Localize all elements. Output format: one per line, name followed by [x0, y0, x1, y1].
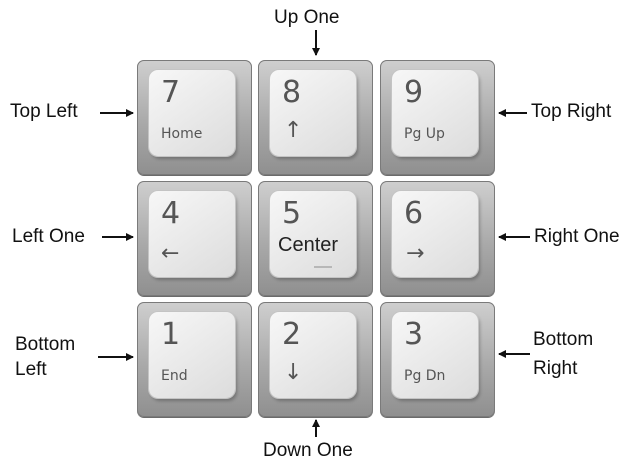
label-bottom-right-line1: Bottom — [533, 329, 594, 350]
label-bottom-left-line2: Left — [15, 359, 47, 380]
label-top-left: Top Left — [10, 101, 78, 122]
label-down-one: Down One — [263, 440, 353, 461]
label-bottom-right-line2: Right — [533, 358, 578, 379]
numeric-keypad-diagram: 7 Home 8 ↑ 9 Pg Up 4 ← 5 Center 6 → 1 En… — [0, 0, 643, 464]
label-right-one: Right One — [534, 226, 620, 247]
label-up-one: Up One — [274, 7, 340, 28]
label-bottom-left-line1: Bottom — [15, 334, 76, 355]
label-left-one: Left One — [12, 226, 85, 247]
label-top-right: Top Right — [531, 101, 612, 122]
